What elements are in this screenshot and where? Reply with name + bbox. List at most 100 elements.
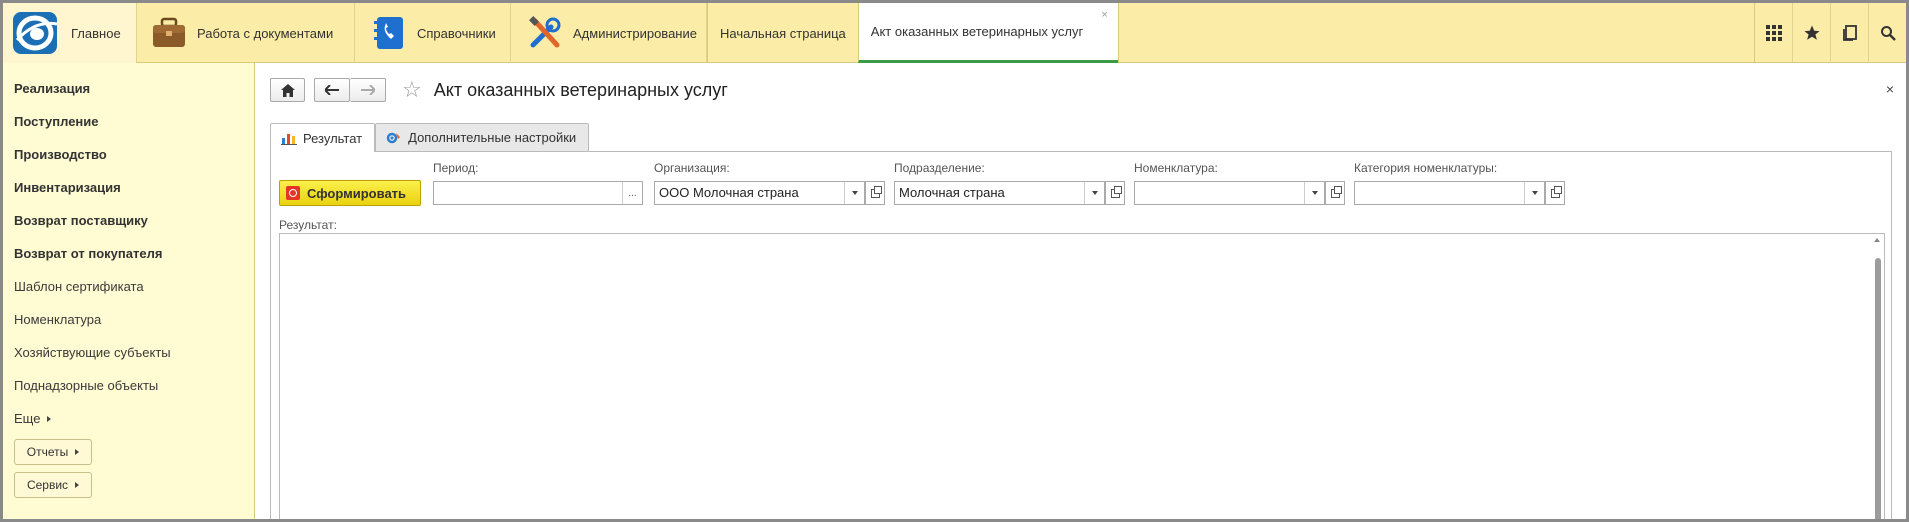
generate-icon bbox=[286, 186, 300, 200]
tools-icon bbox=[527, 15, 563, 51]
home-button[interactable] bbox=[270, 78, 305, 102]
sidebar-item-certificate-template[interactable]: Шаблон сертификата bbox=[3, 270, 254, 303]
section-documents[interactable]: Работа с документами bbox=[137, 3, 355, 63]
period-select-button[interactable]: ... bbox=[622, 182, 642, 204]
nomenclature-label: Номенклатура: bbox=[1134, 161, 1218, 175]
tab-home-page-label: Начальная страница bbox=[720, 25, 846, 41]
organization-value: ООО Молочная страна bbox=[659, 185, 799, 200]
result-panel: Сформировать Период: ... Организация: ОО… bbox=[270, 151, 1892, 519]
sidebar-item-production[interactable]: Производство bbox=[3, 138, 254, 171]
category-field[interactable] bbox=[1354, 181, 1545, 205]
sidebar-item-business-entities[interactable]: Хозяйствующие субъекты bbox=[3, 336, 254, 369]
settings-gear-icon bbox=[386, 131, 402, 145]
tab-vet-services-act-label: Акт оказанных ветеринарных услуг bbox=[870, 24, 1084, 39]
generate-button-label: Сформировать bbox=[307, 185, 407, 201]
form-area: ☆ Акт оказанных ветеринарных услуг × Рез… bbox=[256, 63, 1906, 519]
sidebar-item-return-from-customer[interactable]: Возврат от покупателя bbox=[3, 237, 254, 270]
category-label: Категория номенклатуры: bbox=[1354, 161, 1498, 175]
sidebar: Реализация Поступление Производство Инве… bbox=[3, 63, 255, 519]
chevron-down-icon bbox=[1311, 191, 1318, 195]
nomenclature-field[interactable] bbox=[1134, 181, 1325, 205]
sidebar-more[interactable]: Еще bbox=[3, 402, 254, 435]
organization-open-button[interactable] bbox=[865, 181, 885, 205]
period-value bbox=[434, 182, 622, 204]
form-tabs: Результат Дополнительные настройки bbox=[270, 123, 590, 152]
section-main-label: Главное bbox=[71, 25, 121, 41]
section-main[interactable]: Главное bbox=[3, 3, 137, 63]
scroll-up-icon[interactable] bbox=[1874, 238, 1880, 242]
section-administration[interactable]: Администрирование bbox=[511, 3, 707, 63]
back-button[interactable] bbox=[314, 78, 350, 102]
favorite-star-icon[interactable]: ☆ bbox=[402, 77, 422, 103]
category-dropdown[interactable] bbox=[1524, 182, 1544, 204]
sidebar-item-receipts[interactable]: Поступление bbox=[3, 105, 254, 138]
period-field[interactable]: ... bbox=[433, 181, 643, 205]
briefcase-icon bbox=[151, 15, 187, 51]
department-value: Молочная страна bbox=[899, 185, 1005, 200]
close-tab-icon[interactable]: × bbox=[1101, 9, 1107, 21]
tab-vet-services-act[interactable]: Акт оказанных ветеринарных услуг × bbox=[857, 3, 1118, 63]
open-window-icon bbox=[1330, 185, 1342, 198]
search-icon[interactable] bbox=[1869, 3, 1906, 63]
open-window-icon bbox=[1110, 185, 1122, 198]
nomenclature-open-button[interactable] bbox=[1325, 181, 1345, 205]
organization-field[interactable]: ООО Молочная страна bbox=[654, 181, 865, 205]
section-administration-label: Администрирование bbox=[573, 25, 697, 41]
arrow-left-icon bbox=[325, 85, 339, 95]
result-spreadsheet[interactable] bbox=[279, 233, 1885, 519]
close-form-icon[interactable]: × bbox=[1886, 81, 1894, 97]
phone-book-icon bbox=[371, 15, 407, 51]
tab-additional-settings[interactable]: Дополнительные настройки bbox=[375, 123, 590, 151]
department-open-button[interactable] bbox=[1105, 181, 1125, 205]
tab-additional-settings-label: Дополнительные настройки bbox=[408, 130, 577, 145]
tab-home-page[interactable]: Начальная страница bbox=[707, 3, 858, 63]
chevron-down-icon bbox=[1091, 191, 1098, 195]
sidebar-item-sales[interactable]: Реализация bbox=[3, 72, 254, 105]
generate-button[interactable]: Сформировать bbox=[279, 180, 421, 206]
category-value bbox=[1355, 182, 1524, 204]
category-open-button[interactable] bbox=[1545, 181, 1565, 205]
open-window-icon bbox=[870, 185, 882, 198]
section-documents-label: Работа с документами bbox=[197, 25, 334, 41]
history-nav bbox=[314, 78, 386, 102]
organization-label: Организация: bbox=[654, 161, 730, 175]
reports-button-label: Отчеты bbox=[26, 445, 69, 459]
onec-logo-icon bbox=[11, 10, 61, 56]
form-nav-row: ☆ Акт оказанных ветеринарных услуг bbox=[270, 77, 728, 103]
chevron-down-icon bbox=[1531, 191, 1538, 195]
apps-grid-icon[interactable] bbox=[1755, 3, 1792, 63]
top-section-bar: Главное Работа с документами Справочники… bbox=[3, 3, 1906, 63]
nomenclature-dropdown[interactable] bbox=[1304, 182, 1324, 204]
topbar-icons bbox=[1754, 3, 1906, 63]
organization-dropdown[interactable] bbox=[844, 182, 864, 204]
open-window-icon bbox=[1550, 185, 1562, 198]
vertical-scrollbar[interactable] bbox=[1875, 258, 1881, 519]
sidebar-item-supervised-objects[interactable]: Поднадзорные объекты bbox=[3, 369, 254, 402]
chevron-down-icon bbox=[851, 191, 858, 195]
period-label: Период: bbox=[433, 161, 479, 175]
reports-button[interactable]: Отчеты bbox=[14, 439, 92, 465]
result-label: Результат: bbox=[279, 218, 337, 232]
triangle-right-icon bbox=[75, 449, 80, 455]
arrow-right-icon bbox=[360, 85, 375, 95]
home-icon bbox=[280, 83, 295, 97]
section-directories[interactable]: Справочники bbox=[355, 3, 511, 63]
section-directories-label: Справочники bbox=[417, 25, 496, 41]
sidebar-more-label: Еще bbox=[14, 411, 41, 426]
service-button-label: Сервис bbox=[26, 478, 69, 492]
sidebar-item-nomenclature[interactable]: Номенклатура bbox=[3, 303, 254, 336]
forward-button[interactable] bbox=[350, 78, 386, 102]
department-dropdown[interactable] bbox=[1084, 182, 1104, 204]
department-field[interactable]: Молочная страна bbox=[894, 181, 1105, 205]
chart-icon bbox=[281, 131, 297, 145]
service-button[interactable]: Сервис bbox=[14, 472, 92, 498]
history-icon[interactable] bbox=[1831, 3, 1868, 63]
tab-result[interactable]: Результат bbox=[270, 123, 376, 152]
tab-result-label: Результат bbox=[303, 130, 363, 146]
favorites-star-icon[interactable] bbox=[1793, 3, 1830, 63]
triangle-right-icon bbox=[75, 482, 80, 488]
sidebar-item-return-to-supplier[interactable]: Возврат поставщику bbox=[3, 204, 254, 237]
app-window: Главное Работа с документами Справочники… bbox=[3, 3, 1906, 519]
sidebar-item-inventory[interactable]: Инвентаризация bbox=[3, 171, 254, 204]
